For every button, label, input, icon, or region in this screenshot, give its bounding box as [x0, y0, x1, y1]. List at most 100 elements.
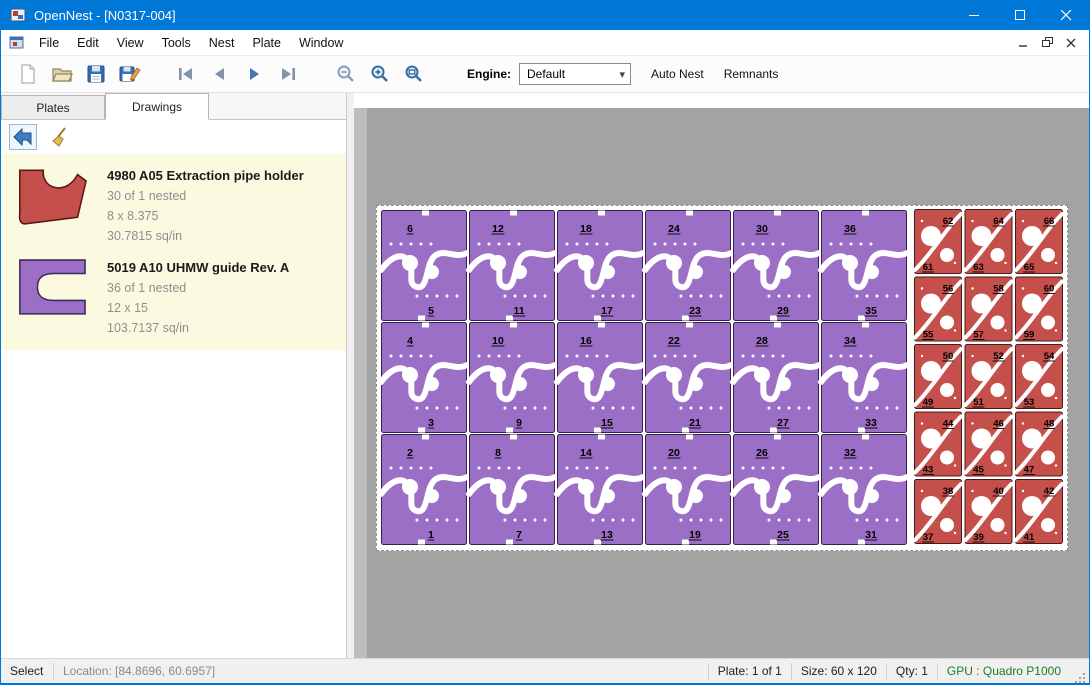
nested-part-pair-red[interactable]: 6261 — [915, 210, 962, 274]
engine-select[interactable]: Default ▾ — [519, 63, 631, 85]
edge-notch — [862, 211, 869, 216]
new-file-button[interactable] — [11, 59, 45, 89]
drill-hole — [592, 295, 595, 298]
nested-part-pair-purple[interactable]: 109 — [469, 323, 555, 433]
nested-part-pair-purple[interactable]: 2625 — [733, 435, 819, 545]
drill-hole — [850, 467, 853, 470]
menu-item-tools[interactable]: Tools — [153, 36, 200, 50]
nested-part-pair-red[interactable]: 4039 — [965, 480, 1012, 544]
cutout — [991, 248, 1005, 262]
drill-hole — [664, 355, 667, 358]
zoom-in-button[interactable] — [363, 59, 397, 89]
drill-hole — [1055, 397, 1057, 399]
status-gpu: GPU : Quadro P1000 — [938, 664, 1070, 678]
panel-splitter[interactable] — [346, 93, 354, 658]
nested-part-pair-red[interactable]: 4645 — [965, 412, 1012, 476]
cutout — [425, 377, 439, 391]
nested-part-pair-red[interactable]: 6463 — [965, 210, 1012, 274]
nested-part-pair-purple[interactable]: 2827 — [733, 323, 819, 433]
canvas-top-band — [354, 93, 1089, 108]
drill-hole — [456, 519, 459, 522]
title-bar: OpenNest - [N0317-004] — [1, 0, 1089, 30]
nested-part-pair-purple[interactable]: 87 — [469, 435, 555, 545]
menu-item-edit[interactable]: Edit — [68, 36, 108, 50]
part-number: 12 — [492, 223, 504, 235]
nested-part-pair-purple[interactable]: 3231 — [821, 435, 907, 545]
drill-hole — [518, 355, 521, 358]
nested-part-pair-red[interactable]: 5251 — [965, 345, 1012, 409]
nested-part-pair-purple[interactable]: 2423 — [645, 211, 731, 321]
tab-plates[interactable]: Plates — [1, 95, 105, 119]
sidebar: Plates Drawings — [1, 93, 346, 658]
nest-canvas[interactable]: 6512111817242330293635431091615222128273… — [354, 93, 1089, 658]
nested-part-pair-purple[interactable]: 1615 — [557, 323, 643, 433]
resize-grip[interactable] — [1070, 659, 1089, 684]
zoom-fit-button[interactable] — [397, 59, 431, 89]
maximize-button[interactable] — [997, 0, 1043, 30]
close-button[interactable] — [1043, 0, 1089, 30]
plate[interactable]: 6512111817242330293635431091615222128273… — [376, 205, 1068, 551]
minimize-button[interactable] — [951, 0, 997, 30]
drawing-item[interactable]: 4980 A05 Extraction pipe holder 30 of 1 … — [1, 158, 346, 250]
nav-last-button[interactable] — [271, 59, 305, 89]
plate-svg[interactable]: 6512111817242330293635431091615222128273… — [377, 206, 1067, 550]
drawing-item[interactable]: 5019 A10 UHMW guide Rev. A 36 of 1 neste… — [1, 250, 346, 342]
drill-hole — [971, 490, 973, 492]
engine-label: Engine: — [467, 67, 511, 81]
menu-item-plate[interactable]: Plate — [243, 36, 290, 50]
save-button[interactable] — [79, 59, 113, 89]
menu-item-window[interactable]: Window — [290, 36, 352, 50]
drill-hole — [694, 243, 697, 246]
menu-item-nest[interactable]: Nest — [200, 36, 244, 50]
nested-part-pair-purple[interactable]: 3029 — [733, 211, 819, 321]
nested-part-pair-purple[interactable]: 1817 — [557, 211, 643, 321]
nested-part-pair-purple[interactable]: 3433 — [821, 323, 907, 433]
nested-part-pair-purple[interactable]: 43 — [381, 323, 467, 433]
part-pair-body — [822, 323, 907, 433]
nested-part-pair-red[interactable]: 6665 — [1016, 210, 1063, 274]
nested-part-pair-purple[interactable]: 3635 — [821, 211, 907, 321]
nested-part-pair-purple[interactable]: 1211 — [469, 211, 555, 321]
nested-part-pair-red[interactable]: 4241 — [1016, 480, 1063, 544]
status-qty: Qty: 1 — [887, 664, 937, 678]
part-number: 15 — [601, 417, 613, 429]
mdi-close-button[interactable] — [1059, 33, 1083, 53]
mdi-restore-button[interactable] — [1035, 33, 1059, 53]
nested-part-pair-purple[interactable]: 1413 — [557, 435, 643, 545]
nested-part-pair-red[interactable]: 3837 — [915, 480, 962, 544]
part-number: 10 — [492, 335, 504, 347]
nested-part-pair-red[interactable]: 5655 — [915, 277, 962, 341]
clear-drawings-button[interactable] — [47, 124, 75, 150]
tab-drawings[interactable]: Drawings — [105, 93, 209, 120]
part-number: 16 — [580, 335, 592, 347]
zoom-out-button[interactable] — [329, 59, 363, 89]
drill-hole — [856, 519, 859, 522]
edge-notch — [858, 316, 865, 321]
nested-part-pair-purple[interactable]: 2221 — [645, 323, 731, 433]
nested-part-pair-red[interactable]: 5453 — [1016, 345, 1063, 409]
nested-part-pair-red[interactable]: 4443 — [915, 412, 962, 476]
nested-part-pair-red[interactable]: 5857 — [965, 277, 1012, 341]
nested-part-pair-purple[interactable]: 21 — [381, 435, 467, 545]
auto-nest-button[interactable]: Auto Nest — [651, 67, 704, 81]
nested-part-pair-red[interactable]: 4847 — [1016, 412, 1063, 476]
open-file-button[interactable] — [45, 59, 79, 89]
nested-part-pair-red[interactable]: 5049 — [915, 345, 962, 409]
drill-hole — [508, 355, 511, 358]
nested-part-pair-purple[interactable]: 65 — [381, 211, 467, 321]
save-as-button[interactable] — [113, 59, 147, 89]
menu-item-file[interactable]: File — [30, 36, 68, 50]
nested-part-pair-purple[interactable]: 2019 — [645, 435, 731, 545]
nav-previous-button[interactable] — [203, 59, 237, 89]
mdi-minimize-button[interactable] — [1011, 33, 1035, 53]
menu-item-view[interactable]: View — [108, 36, 153, 50]
nav-next-button[interactable] — [237, 59, 271, 89]
nested-part-pair-red[interactable]: 6059 — [1016, 277, 1063, 341]
part-number: 7 — [516, 529, 522, 541]
drill-hole — [840, 355, 843, 358]
part-number: 62 — [943, 216, 954, 227]
nav-first-button[interactable] — [169, 59, 203, 89]
remnants-button[interactable]: Remnants — [724, 67, 779, 81]
drill-hole — [420, 355, 423, 358]
import-drawing-button[interactable] — [9, 124, 37, 150]
